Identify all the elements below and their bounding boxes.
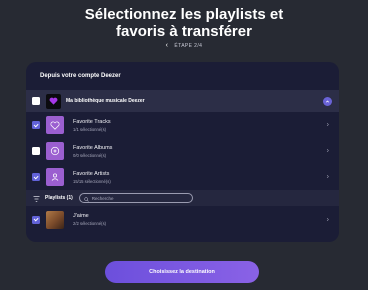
item-subtitle: 15/15 sélectionné(s) [73,178,111,184]
playlists-bar: Playlists (1) Recherche [26,190,339,206]
chevron-right-icon[interactable]: › [327,122,329,129]
disc-icon [46,142,64,160]
heart-icon [46,116,64,134]
item-subtitle: 1/1 sélectionné(s) [73,126,107,132]
step-indicator: ‹ ÉTAPE 2/4 [0,42,368,49]
chevron-right-icon[interactable]: › [327,216,329,223]
collapse-chevron-icon[interactable] [323,97,332,106]
choose-destination-button[interactable]: Choisissez la destination [105,261,259,283]
item-subtitle: 0/0 sélectionné(s) [73,152,107,158]
page-title-line-1: Sélectionnez les playlists et [84,6,284,23]
item-subtitle: 2/2 sélectionné(s) [73,221,107,226]
search-icon [84,189,89,207]
card-header: Depuis votre compte Deezer [40,73,121,79]
chevron-right-icon[interactable]: › [327,174,329,181]
list-item-favorite-artists[interactable]: Favorite Artists 15/15 sélectionné(s) › [26,164,339,190]
search-input[interactable]: Recherche [78,193,193,203]
page-title: Sélectionnez les playlists et favoris à … [0,6,368,40]
item-title: Favorite Albums [73,144,113,151]
list-item-playlist-jaime[interactable]: J'aime 2/2 sélectionné(s) › [26,206,339,233]
favorite-tracks-checkbox[interactable] [32,121,40,129]
list-item-favorite-tracks[interactable]: Favorite Tracks 1/1 sélectionné(s) › [26,112,339,138]
favorite-artists-checkbox[interactable] [32,173,40,181]
page-title-line-2: favoris à transférer [116,23,252,40]
library-row[interactable]: Ma bibliothèque musicale Deezer [26,90,339,112]
chevron-right-icon[interactable]: › [327,148,329,155]
library-checkbox[interactable] [32,97,40,105]
deezer-heart-icon [46,93,61,109]
playlist-jaime-checkbox[interactable] [32,215,40,224]
source-card: Depuis votre compte Deezer Ma bibliothèq… [26,62,339,242]
search-placeholder: Recherche [91,195,114,201]
step-label: ÉTAPE 2/4 [174,42,203,49]
back-chevron-icon[interactable]: ‹ [166,42,169,49]
filter-icon[interactable] [33,189,40,207]
library-label: Ma bibliothèque musicale Deezer [66,98,145,104]
item-title: Favorite Artists [73,170,110,177]
list-item-favorite-albums[interactable]: Favorite Albums 0/0 sélectionné(s) › [26,138,339,164]
playlists-label: Playlists (1) [45,195,73,201]
item-title: Favorite Tracks [73,118,111,125]
person-icon [46,168,64,186]
favorite-albums-checkbox[interactable] [32,147,40,155]
playlist-cover-image [46,210,64,229]
item-title: J'aime [73,213,89,219]
